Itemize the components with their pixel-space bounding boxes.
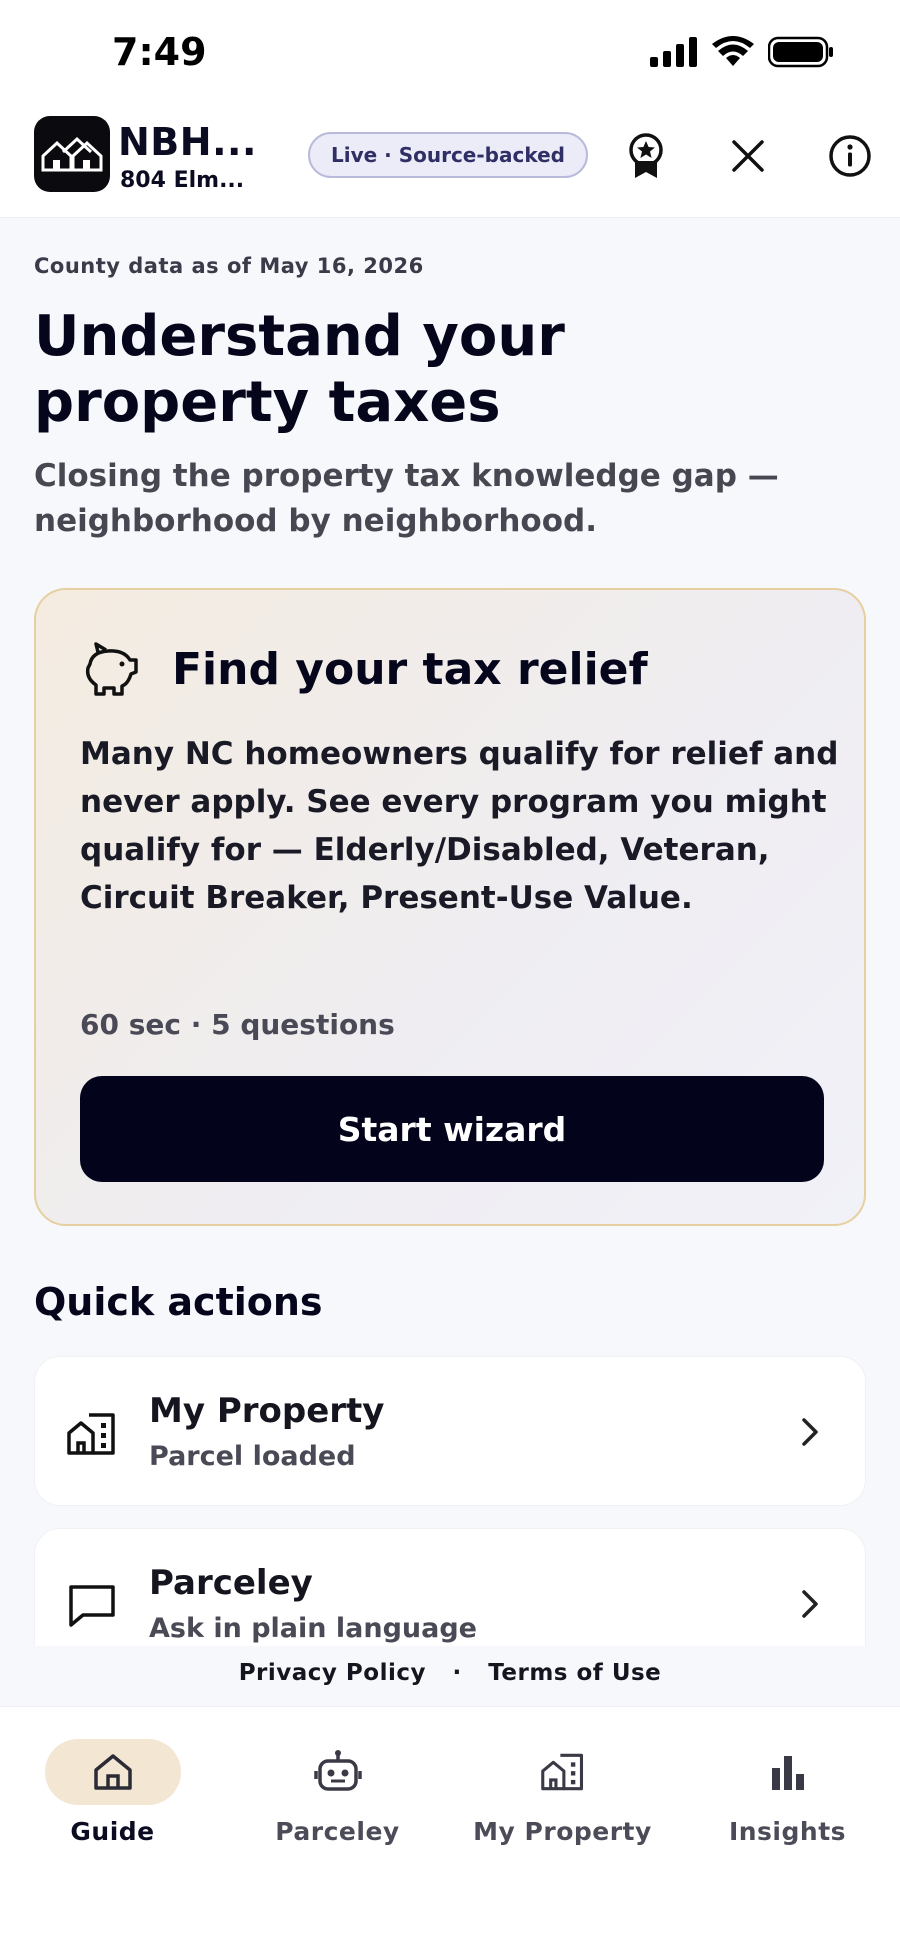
page-title: Understand your property taxes (34, 304, 565, 435)
privacy-policy-link[interactable]: Privacy Policy (239, 1660, 426, 1686)
battery-icon (768, 36, 833, 68)
tab-my-property[interactable]: My Property (450, 1739, 675, 1846)
footer-links: Privacy Policy · Terms of Use (0, 1660, 900, 1686)
status-time: 7:49 (112, 30, 207, 74)
quick-action-title: My Property (149, 1391, 385, 1431)
tab-icon-container (495, 1739, 631, 1805)
neighborhood-houses-icon (41, 136, 103, 172)
piggy-bank-icon (85, 642, 138, 696)
tab-parceley[interactable]: Parceley (225, 1739, 450, 1846)
tab-label: Guide (70, 1817, 155, 1846)
tab-icon-container (44, 1739, 181, 1805)
status-bar: 7:49 (0, 0, 900, 108)
card-title: Find your tax relief (172, 644, 648, 695)
info-icon (829, 135, 871, 177)
robot-icon (313, 1750, 362, 1791)
award-button[interactable] (622, 132, 670, 180)
county-data-date: County data as of May 16, 2026 (34, 254, 424, 278)
building-icon (540, 1753, 583, 1791)
tab-insights[interactable]: Insights (675, 1739, 900, 1846)
terms-of-use-link[interactable]: Terms of Use (488, 1660, 661, 1686)
home-icon (93, 1754, 132, 1790)
quick-action-subtitle: Parcel loaded (149, 1441, 356, 1472)
property-address: 804 Elm... (120, 168, 245, 193)
chat-icon (69, 1585, 115, 1627)
chevron-right-icon (802, 1418, 818, 1446)
page-subtitle: Closing the property tax knowledge gap —… (34, 458, 779, 539)
wifi-icon (712, 36, 754, 66)
close-icon (732, 140, 764, 172)
close-button[interactable] (724, 132, 772, 180)
quick-action-title: Parceley (149, 1563, 313, 1603)
live-status-badge[interactable]: Live · Source-backed (308, 132, 588, 178)
tab-icon-container (270, 1739, 406, 1805)
tab-label: Parceley (275, 1817, 400, 1846)
card-description: Many NC homeowners qualify for relief an… (80, 736, 839, 916)
quick-action-subtitle: Ask in plain language (149, 1613, 477, 1644)
tab-guide[interactable]: Guide (0, 1739, 225, 1846)
building-icon (67, 1413, 115, 1455)
status-icons (650, 36, 834, 68)
quick-actions-title: Quick actions (34, 1280, 323, 1324)
award-badge-icon (629, 133, 663, 178)
chevron-right-icon (802, 1590, 818, 1618)
bar-chart-icon (771, 1756, 804, 1790)
app-name: NBH... (118, 120, 257, 164)
start-wizard-button[interactable]: Start wizard (80, 1076, 824, 1182)
card-meta: 60 sec · 5 questions (80, 1008, 395, 1041)
bottom-tab-bar: Guide Parceley My Property Insights (0, 1706, 900, 1947)
tax-relief-card: Find your tax relief Many NC homeowners … (34, 588, 866, 1226)
footer-separator: · (452, 1660, 462, 1686)
app-logo (34, 116, 110, 192)
info-button[interactable] (826, 132, 874, 180)
app-header: NBH... 804 Elm... Live · Source-backed (0, 108, 900, 218)
tab-icon-container (720, 1739, 856, 1805)
cellular-signal-icon (650, 37, 697, 67)
tab-label: Insights (728, 1817, 847, 1846)
tab-label: My Property (473, 1817, 652, 1846)
quick-action-my-property[interactable]: My Property Parcel loaded (34, 1356, 866, 1506)
